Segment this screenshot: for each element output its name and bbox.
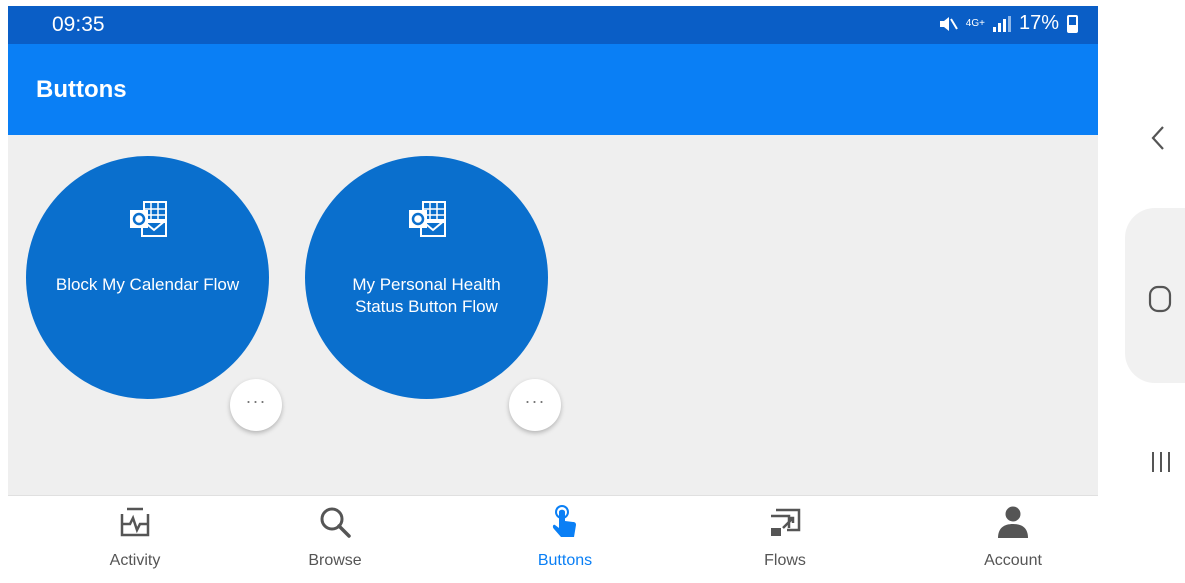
mute-icon <box>939 16 958 31</box>
nav-label: Activity <box>109 552 161 569</box>
activity-icon <box>120 507 150 537</box>
more-options-button[interactable]: ··· <box>509 379 561 431</box>
status-bar: 09:35 4G+ 17% <box>8 6 1098 44</box>
status-time: 09:35 <box>52 13 105 36</box>
nav-label: Flows <box>764 552 806 569</box>
nav-item-account[interactable]: Account <box>913 496 1098 583</box>
touch-icon <box>552 505 576 537</box>
outlook-icon <box>408 201 446 237</box>
nav-item-flows[interactable]: Flows <box>685 496 885 583</box>
flow-button-label: Block My Calendar Flow <box>55 275 240 294</box>
back-icon[interactable] <box>1150 125 1166 151</box>
phone-screen: 09:35 4G+ 17% Buttons Block My Calendar … <box>8 6 1098 583</box>
page-title: Buttons <box>36 76 127 103</box>
outlook-icon <box>129 201 167 237</box>
flow-button-health-status[interactable]: My Personal Health Status Button Flow <box>305 156 548 399</box>
recents-icon[interactable] <box>1150 450 1172 474</box>
nav-item-browse[interactable]: Browse <box>235 496 435 583</box>
search-icon <box>320 507 351 538</box>
person-icon <box>998 506 1028 538</box>
bottom-nav: Activity Browse Buttons Flows Account <box>8 495 1098 583</box>
network-type: 4G+ <box>965 17 985 29</box>
home-icon[interactable] <box>1148 285 1172 313</box>
nav-label: Buttons <box>537 552 593 569</box>
flow-button-label: My Personal Health Status Button Flow <box>352 275 501 316</box>
more-options-button[interactable]: ··· <box>230 379 282 431</box>
status-icons: 4G+ 17% <box>938 12 1078 35</box>
nav-label: Account <box>984 552 1042 569</box>
battery-icon <box>1067 14 1078 33</box>
app-bar: Buttons <box>8 44 1098 135</box>
battery-percent: 17% <box>1018 12 1059 34</box>
flows-icon <box>771 508 801 536</box>
nav-item-buttons[interactable]: Buttons <box>465 496 665 583</box>
signal-icon <box>992 15 1011 32</box>
nav-item-activity[interactable]: Activity <box>35 496 235 583</box>
flow-button-block-calendar[interactable]: Block My Calendar Flow <box>26 156 269 399</box>
nav-label: Browse <box>308 552 362 569</box>
